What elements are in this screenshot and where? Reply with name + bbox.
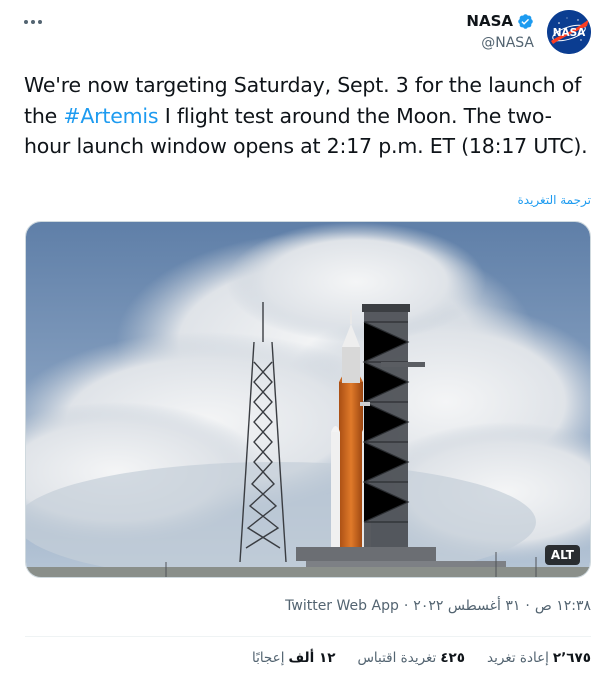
more-dot-icon <box>24 20 28 24</box>
meta-separator: · <box>525 598 530 614</box>
more-dot-icon <box>31 20 35 24</box>
more-options-button[interactable] <box>24 16 48 28</box>
tweet-author: NASA @NASA NASA <box>466 10 591 54</box>
retweets-count: ٢٬٦٧٥ <box>552 650 591 666</box>
tweet-metadata: ١٢:٣٨ ص · ٣١ أغسطس ٢٠٢٢ · Twitter Web Ap… <box>285 598 591 614</box>
author-name-row[interactable]: NASA <box>466 11 534 31</box>
likes-stat[interactable]: ١٢ ألف إعجابًا <box>252 650 335 666</box>
tweet-media-photo[interactable]: ALT <box>25 221 591 578</box>
quotes-count: ٤٢٥ <box>440 650 466 666</box>
translate-tweet-link[interactable]: ترجمة التغريدة <box>517 193 591 207</box>
likes-label: إعجابًا <box>251 650 285 666</box>
more-dot-icon <box>38 20 42 24</box>
hashtag-link[interactable]: #Artemis <box>63 104 158 128</box>
quotes-label: تغريدة اقتباس <box>357 650 437 666</box>
tweet-source[interactable]: Twitter Web App <box>285 598 399 614</box>
retweets-label: إعادة تغريد <box>487 650 549 666</box>
verified-badge-icon <box>518 13 533 29</box>
quotes-stat[interactable]: ٤٢٥ تغريدة اقتباس <box>357 650 465 666</box>
rocket-launchpad-photo <box>26 222 590 577</box>
avatar-logo-text: NASA <box>553 27 586 39</box>
nasa-meatball-logo[interactable]: NASA <box>547 10 591 54</box>
tweet-stats: ٢٬٦٧٥ إعادة تغريد ٤٢٥ تغريدة اقتباس ١٢ أ… <box>252 650 591 666</box>
alt-text-badge[interactable]: ALT <box>544 545 580 565</box>
tweet-time[interactable]: ١٢:٣٨ ص <box>535 598 591 614</box>
retweets-stat[interactable]: ٢٬٦٧٥ إعادة تغريد <box>487 650 591 666</box>
tweet-date[interactable]: ٣١ أغسطس ٢٠٢٢ <box>413 598 520 614</box>
author-names: NASA @NASA <box>466 11 534 53</box>
likes-count: ١٢ ألف <box>288 650 336 666</box>
stats-divider <box>25 636 591 637</box>
author-display-name[interactable]: NASA <box>466 11 513 31</box>
meta-separator: · <box>403 598 409 614</box>
tweet-body-text: We're now targeting Saturday, Sept. 3 fo… <box>24 70 594 162</box>
author-handle[interactable]: @NASA <box>481 33 534 53</box>
